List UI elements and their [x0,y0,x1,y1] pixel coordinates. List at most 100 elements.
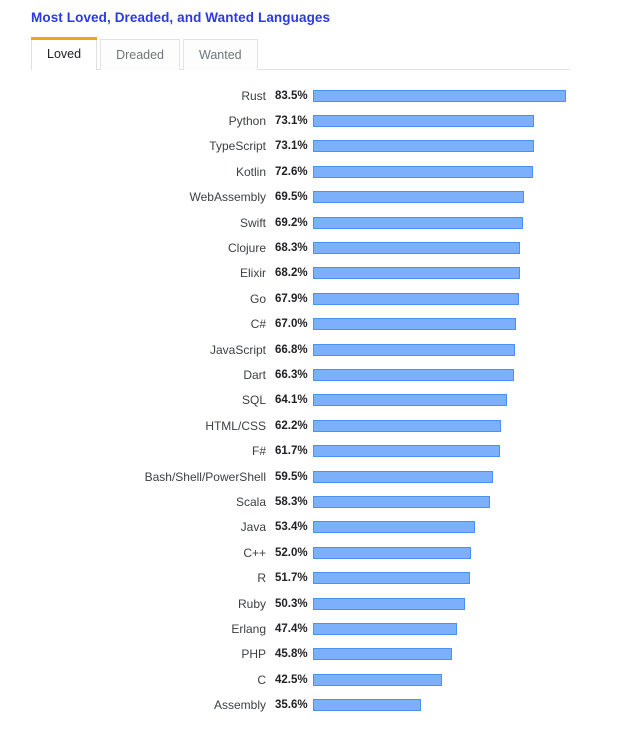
tab-wanted-label: Wanted [199,48,242,62]
bar[interactable] [313,521,475,534]
bar[interactable] [313,191,524,204]
tab-loved[interactable]: Loved [31,37,98,71]
bar-track [313,292,632,305]
bar[interactable] [313,445,500,458]
bar-row: Python 73.1% [0,108,632,133]
bar[interactable] [313,242,520,255]
tab-dreaded-label: Dreaded [116,48,165,62]
bar-row: F# 61.7% [0,438,632,463]
bar-category-label: R [257,571,266,586]
bar-category-label: Go [249,291,266,306]
bar-category-label: Assembly [213,698,266,713]
bar-row: Java 53.4% [0,515,632,540]
bar-track [313,242,632,255]
bar-track [313,89,632,102]
bar-track [313,699,632,712]
bar-track [313,394,632,407]
bar[interactable] [313,165,533,178]
horizontal-bar-chart: Rust 83.5% Python 73.1% TypeScript 73.1% Kotli… [0,83,632,718]
bar[interactable] [313,622,457,635]
bar-category-label: Scala [235,494,266,509]
bar[interactable] [313,470,494,483]
bar[interactable] [313,140,535,153]
bar[interactable] [313,597,466,610]
bar-track [313,191,632,204]
bar-row: Ruby 50.3% [0,591,632,616]
bar[interactable] [313,419,502,432]
bar-value-label: 69.5% [275,191,308,204]
bar-value-label: 52.0% [275,546,308,559]
tab-list: Loved Dreaded Wanted [31,37,632,71]
bar[interactable] [313,292,519,305]
bar-category-label: Clojure [227,241,266,256]
bar-track [313,495,632,508]
bar-row: HTML/CSS 62.2% [0,413,632,438]
bar-value-label: 42.5% [275,673,308,686]
bar[interactable] [313,115,535,128]
bar-value-label: 59.5% [275,470,308,483]
bar-value-label: 69.2% [275,216,308,229]
bar-value-label: 73.1% [275,140,308,153]
tab-loved-label: Loved [47,46,82,61]
bar[interactable] [313,343,516,356]
bar-row: Elixir 68.2% [0,261,632,286]
bar-category-label: Erlang [231,621,266,636]
bar-category-label: Java [240,520,266,535]
bar-row: C 42.5% [0,667,632,692]
bar[interactable] [313,318,516,331]
bar-value-label: 64.1% [275,394,308,407]
bar-row: PHP 45.8% [0,642,632,667]
bar[interactable] [313,394,508,407]
bar-track [313,368,632,381]
bar-row: Rust 83.5% [0,83,632,108]
bar-row: Kotlin 72.6% [0,159,632,184]
bar[interactable] [313,368,514,381]
bar-value-label: 68.2% [275,267,308,280]
bar-value-label: 35.6% [275,699,308,712]
bar-category-label: C# [250,317,266,332]
bar-category-label: Ruby [237,596,266,611]
bar-value-label: 53.4% [275,521,308,534]
bar[interactable] [313,648,452,661]
bar-category-label: Elixir [240,266,266,281]
bar-row: R 51.7% [0,565,632,590]
bar-row: SQL 64.1% [0,388,632,413]
bar-value-label: 67.9% [275,292,308,305]
bar-category-label: TypeScript [209,139,266,154]
bar[interactable] [313,572,470,585]
tab-wanted[interactable]: Wanted [183,39,258,70]
bar-track [313,140,632,153]
bar-track [313,521,632,534]
bar-category-label: Dart [243,367,266,382]
bar[interactable] [313,495,490,508]
bar-track [313,115,632,128]
bar-row: Scala 58.3% [0,489,632,514]
bar[interactable] [313,673,442,686]
tab-bar: Loved Dreaded Wanted [0,37,632,71]
bar[interactable] [313,546,471,559]
bar-value-label: 66.3% [275,368,308,381]
bar[interactable] [313,267,520,280]
bar[interactable] [313,89,566,102]
bar-category-label: F# [251,444,266,459]
bar-track [313,572,632,585]
tab-dreaded[interactable]: Dreaded [100,39,181,70]
bar-track [313,267,632,280]
bar-category-label: Python [228,114,266,129]
bar[interactable] [313,699,421,712]
bar-track [313,343,632,356]
bar[interactable] [313,216,523,229]
bar-category-label: Kotlin [235,164,266,179]
bar-row: Go 67.9% [0,286,632,311]
bar-track [313,165,632,178]
bar-track [313,216,632,229]
bar-track [313,318,632,331]
bar-value-label: 67.0% [275,318,308,331]
bar-category-label: SQL [241,393,266,408]
bar-category-label: Bash/Shell/PowerShell [144,469,266,484]
page-title: Most Loved, Dreaded, and Wanted Language… [31,10,331,25]
bar-track [313,622,632,635]
bar-category-label: WebAssembly [189,190,266,205]
bar-value-label: 47.4% [275,622,308,635]
bar-value-label: 68.3% [275,242,308,255]
